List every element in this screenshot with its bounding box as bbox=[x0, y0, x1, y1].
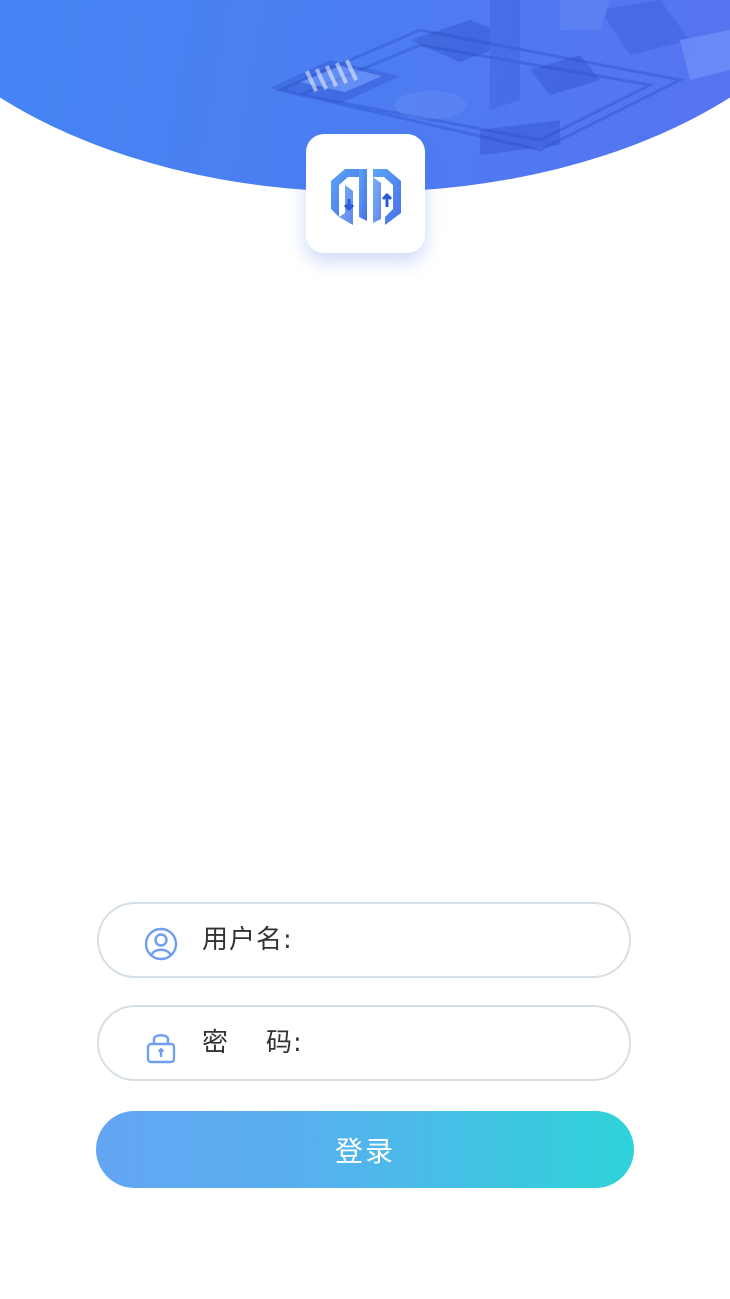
login-button[interactable]: 登录 bbox=[96, 1111, 634, 1188]
username-input[interactable] bbox=[305, 918, 609, 964]
lock-icon bbox=[146, 1034, 176, 1064]
app-logo bbox=[306, 134, 425, 253]
username-field[interactable]: 用户名: bbox=[97, 902, 631, 978]
password-label: 密 码: bbox=[202, 1028, 303, 1058]
user-icon bbox=[144, 927, 178, 961]
password-field[interactable]: 密 码: bbox=[97, 1005, 631, 1081]
username-label: 用户名: bbox=[202, 925, 293, 955]
login-page: 用户名: 密 码: 登录 bbox=[0, 0, 730, 1299]
app-logo-arrows-icon bbox=[330, 168, 401, 225]
password-input[interactable] bbox=[305, 1021, 609, 1067]
